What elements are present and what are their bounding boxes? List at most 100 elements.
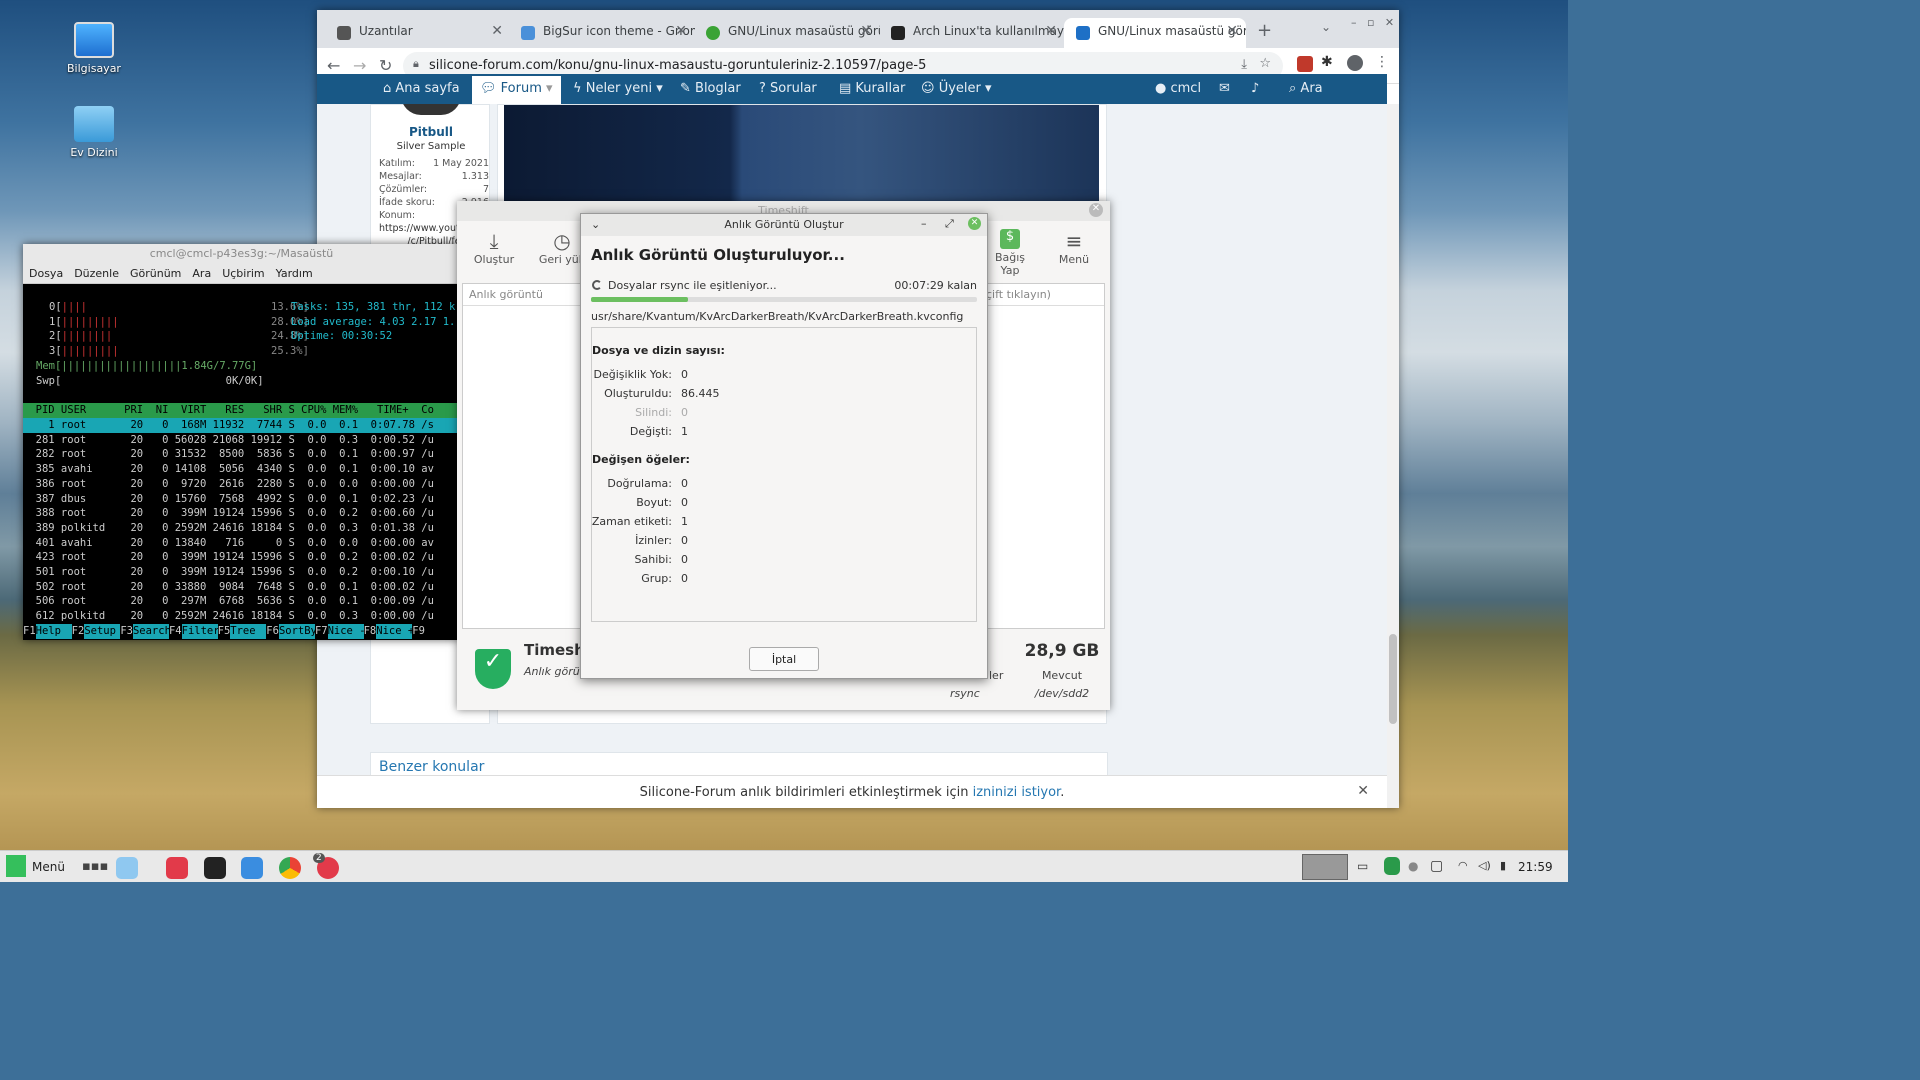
permission-link[interactable]: izninizi istiyor	[973, 785, 1061, 800]
nav-user-cmcl[interactable]: ● cmcl	[1155, 81, 1201, 96]
show-desktop-icon[interactable]: ▪▪▪	[82, 859, 108, 874]
fkey-action[interactable]: Nice +	[376, 624, 414, 639]
battery-icon[interactable]: ▮	[1500, 859, 1506, 872]
clipboard-icon[interactable]: ▢	[1430, 858, 1443, 874]
reload-icon[interactable]: ↻	[379, 56, 392, 75]
fkey-action[interactable]: Help	[35, 624, 72, 639]
table-row[interactable]: 506 root 20 0 297M 6768 5636 S 0.0 0.1 0…	[23, 594, 460, 609]
fkey-action[interactable]: Search	[132, 624, 171, 639]
bell-icon[interactable]: ♪	[1251, 81, 1259, 96]
tab-extensions[interactable]: Uzantılar ✕	[325, 18, 511, 48]
manjaro-settings-icon[interactable]	[1384, 857, 1400, 875]
files-icon[interactable]	[116, 857, 138, 879]
window-controls[interactable]: – ▫ ✕	[1351, 16, 1394, 29]
inbox-icon[interactable]: ✉	[1219, 81, 1230, 96]
username[interactable]: Pitbull	[371, 125, 491, 139]
desktop-icon-computer[interactable]: Bilgisayar	[54, 22, 134, 75]
desktop-icon-label: Bilgisayar	[67, 62, 121, 75]
nav-rules[interactable]: ▤ Kurallar	[839, 81, 905, 96]
page-scrollbar[interactable]	[1387, 104, 1399, 808]
close-icon[interactable]: ✕	[675, 23, 687, 39]
nav-search[interactable]: ⌕ Ara	[1289, 81, 1323, 96]
nav-home[interactable]: ⌂ Ana sayfa	[383, 81, 460, 96]
fkey: F7	[314, 625, 328, 637]
fkey-action[interactable]: Nice -	[327, 624, 366, 639]
fkey: F6	[266, 625, 279, 637]
menu-terminal[interactable]: Uçbirim	[222, 264, 264, 280]
chevron-down-icon[interactable]: ⌄	[591, 218, 600, 231]
vivaldi-icon[interactable]	[166, 857, 188, 879]
menu-view[interactable]: Görünüm	[130, 264, 181, 280]
desktop-icon-home[interactable]: Ev Dizini	[54, 106, 134, 159]
forward-icon[interactable]: →	[353, 56, 366, 75]
fkey: F3	[120, 625, 133, 637]
close-icon[interactable]: ✕	[968, 217, 981, 230]
fkey-action[interactable]: Tree	[230, 624, 267, 639]
toolbar-create[interactable]: ⤓ Oluştur	[471, 229, 517, 266]
menu-icon[interactable]: ⋮	[1375, 54, 1389, 70]
table-row[interactable]: 612 polkitd 20 0 2592M 24616 18184 S 0.0…	[23, 609, 460, 624]
fkey-action[interactable]: Setup	[84, 624, 121, 639]
close-icon[interactable]: ✕	[860, 23, 872, 39]
close-icon[interactable]: ✕	[1045, 23, 1057, 39]
table-row[interactable]: 389 polkitd 20 0 2592M 24616 18184 S 0.0…	[23, 521, 460, 536]
table-row[interactable]: 423 root 20 0 399M 19124 15996 S 0.0 0.2…	[23, 550, 460, 565]
chrome-icon[interactable]	[279, 857, 301, 879]
back-icon[interactable]: ←	[327, 56, 340, 75]
menu-button[interactable]: Menü	[32, 860, 65, 874]
table-row[interactable]: 386 root 20 0 9720 2616 2280 S 0.0 0.0 0…	[23, 477, 460, 492]
nav-members[interactable]: ☺ Üyeler ▾	[921, 81, 992, 96]
close-icon[interactable]: ✕	[1226, 23, 1238, 39]
table-row[interactable]: 388 root 20 0 399M 19124 15996 S 0.0 0.2…	[23, 506, 460, 521]
windows-icon[interactable]: ▭	[1357, 859, 1368, 873]
tab-search-button[interactable]: ⌄	[1321, 20, 1331, 34]
minimize-icon[interactable]: –	[921, 217, 927, 230]
table-row[interactable]: 1 root 20 0 168M 11932 7744 S 0.0 0.1 0:…	[23, 418, 460, 433]
wifi-icon[interactable]: ◠	[1458, 859, 1468, 872]
fkey-action[interactable]: SortBy	[278, 624, 317, 639]
close-icon[interactable]: ✕	[491, 23, 503, 39]
nav-questions[interactable]: ? Sorular	[759, 81, 817, 96]
tab-forum-active[interactable]: GNU/Linux masaüstü görün✕	[1064, 18, 1246, 48]
notifications-icon[interactable]: ●	[1408, 859, 1418, 873]
nav-whats-new[interactable]: ϟ Neler yeni ▾	[573, 81, 663, 96]
workspace-switcher[interactable]	[1302, 854, 1348, 880]
profile-icon[interactable]	[1347, 55, 1363, 71]
time-remaining: 00:07:29 kalan	[894, 279, 977, 292]
fkey-action[interactable]: Filter	[181, 624, 220, 639]
new-tab-button[interactable]: +	[1257, 20, 1272, 41]
cancel-button[interactable]: İptal	[749, 647, 819, 671]
finder-icon[interactable]	[241, 857, 263, 879]
toolbar-donate[interactable]: $ Bağış Yap	[985, 229, 1035, 277]
close-icon[interactable]: ✕	[1089, 203, 1103, 217]
nav-forum[interactable]: 💬︎ Forum ▾	[472, 76, 561, 104]
tab-bigsur[interactable]: BigSur icon theme - Gnome ✕	[509, 18, 695, 48]
tab-forum-1[interactable]: GNU/Linux masaüstü görün ✕	[694, 18, 880, 48]
close-icon[interactable]: ✕	[1357, 783, 1369, 799]
table-row[interactable]: 401 avahi 20 0 13840 716 0 S 0.0 0.0 0:0…	[23, 536, 460, 551]
screenshot-image[interactable]	[504, 105, 1099, 203]
table-row[interactable]: 281 root 20 0 56028 21068 19912 S 0.0 0.…	[23, 433, 460, 448]
terminal-icon[interactable]	[204, 857, 226, 879]
menu-help[interactable]: Yardım	[276, 264, 313, 280]
table-row[interactable]: 282 root 20 0 31532 8500 5836 S 0.0 0.1 …	[23, 447, 460, 462]
table-row[interactable]: 387 dbus 20 0 15760 7568 4992 S 0.0 0.1 …	[23, 492, 460, 507]
table-row[interactable]: 385 avahi 20 0 14108 5056 4340 S 0.0 0.1…	[23, 462, 460, 477]
install-icon[interactable]: ⤓	[1241, 57, 1247, 72]
progress-fill	[591, 297, 688, 302]
ublock-icon[interactable]	[1297, 56, 1313, 72]
star-icon[interactable]: ☆	[1259, 56, 1271, 71]
maximize-icon[interactable]: ⤢	[945, 217, 954, 231]
nav-blogs[interactable]: ✎ Bloglar	[680, 81, 741, 96]
clock[interactable]: 21:59	[1518, 860, 1553, 874]
menu-edit[interactable]: Düzenle	[74, 264, 119, 280]
table-row[interactable]: 501 root 20 0 399M 19124 15996 S 0.0 0.2…	[23, 565, 460, 580]
extensions-icon[interactable]: ✱	[1321, 54, 1333, 70]
menu-search[interactable]: Ara	[192, 264, 211, 280]
table-row[interactable]: 502 root 20 0 33880 9084 7648 S 0.0 0.1 …	[23, 580, 460, 595]
volume-icon[interactable]: ◁)	[1478, 859, 1491, 872]
process-header[interactable]: PID USER PRI NI VIRT RES SHR S CPU% MEM%…	[23, 403, 460, 418]
menu-file[interactable]: Dosya	[29, 264, 63, 280]
toolbar-menu[interactable]: ≡ Menü	[1049, 229, 1099, 266]
tab-arch[interactable]: Arch Linux'ta kullanılmayan ✕	[879, 18, 1065, 48]
